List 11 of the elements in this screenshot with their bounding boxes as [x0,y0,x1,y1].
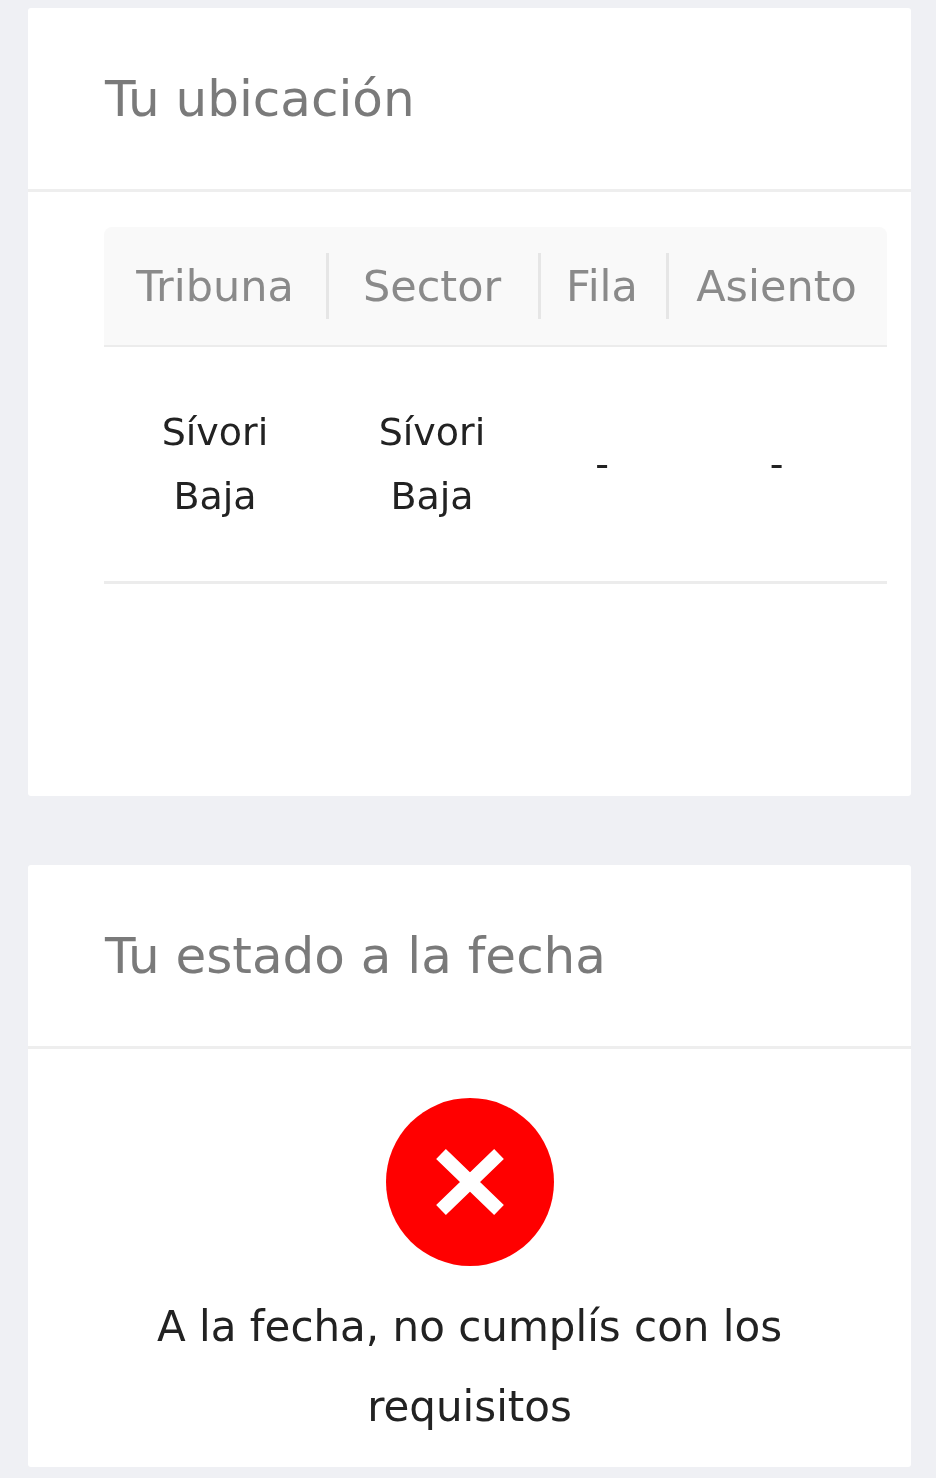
column-header: Sector [326,227,538,347]
column-header: Tribuna [104,227,326,347]
column-header: Fila [538,227,666,347]
card-title: Tu estado a la fecha [105,925,606,986]
table-cell: Sívori Baja [326,347,538,584]
column-header: Asiento [666,227,887,347]
table-cell: - [538,347,666,584]
card-title: Tu ubicación [105,68,415,129]
table-cell: Sívori Baja [104,347,326,584]
table-cell: - [666,347,887,584]
status-message: A la fecha, no cumplís con los requisitos [155,1301,784,1433]
